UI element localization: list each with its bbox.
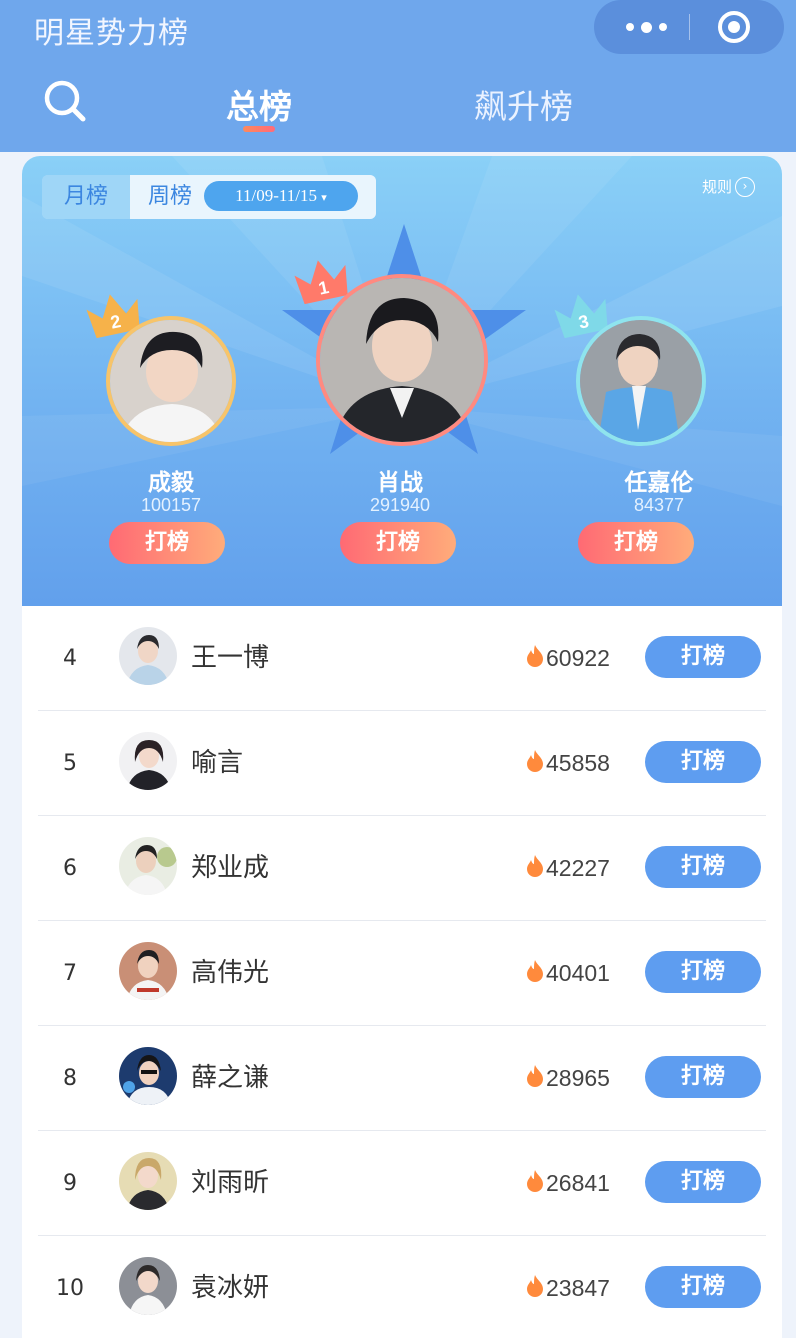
avatar-rank-2[interactable] <box>106 316 236 446</box>
podium-name-rank-1: 肖战 <box>377 470 423 496</box>
tab-weekly-label: 周榜 <box>148 184 193 209</box>
rank-number: 9 <box>63 1171 77 1196</box>
vote-button[interactable]: 打榜 <box>645 846 761 888</box>
heat-score: 28965 <box>546 1065 610 1091</box>
portrait-rank-2 <box>110 320 232 442</box>
avatar[interactable] <box>119 1257 177 1315</box>
avatar[interactable] <box>119 732 177 790</box>
vote-button[interactable]: 打榜 <box>645 636 761 678</box>
podium-score-rank-1: 291940 <box>369 495 431 515</box>
avatar-rank-1[interactable] <box>316 274 488 446</box>
vote-button[interactable]: 打榜 <box>645 741 761 783</box>
header-bar: 明星势力榜 总榜 飙升榜 <box>0 0 796 152</box>
capsule-divider <box>689 14 690 40</box>
portrait-rank-3 <box>580 320 702 442</box>
heat-score: 42227 <box>546 855 610 881</box>
list-item[interactable]: 6 郑业成 42227 打榜 <box>22 816 782 921</box>
rank-number: 6 <box>63 856 77 881</box>
vote-button-rank-2[interactable]: 打榜 <box>109 522 225 564</box>
list-item[interactable]: 8 薛之谦 28965 打榜 <box>22 1026 782 1131</box>
heat-score: 26841 <box>546 1170 610 1196</box>
fire-icon <box>527 1275 543 1297</box>
list-item[interactable]: 10 袁冰妍 23847 打榜 <box>22 1236 782 1338</box>
mini-program-capsule <box>594 0 784 54</box>
fire-icon <box>527 645 543 667</box>
fire-icon <box>527 960 543 982</box>
podium-name-rank-3: 任嘉伦 <box>624 470 694 496</box>
vote-button[interactable]: 打榜 <box>645 1056 761 1098</box>
avatar[interactable] <box>119 627 177 685</box>
close-target-icon[interactable] <box>716 9 752 45</box>
fire-icon <box>527 1170 543 1192</box>
search-icon[interactable] <box>42 78 88 124</box>
tab-monthly[interactable]: 月榜 <box>42 175 130 219</box>
artist-name: 高伟光 <box>191 958 270 988</box>
caret-down-icon: ▾ <box>321 192 327 204</box>
fire-icon <box>527 1065 543 1087</box>
rank-number: 10 <box>56 1276 84 1301</box>
rank-number: 4 <box>63 646 77 671</box>
rules-link[interactable]: 规则 › <box>702 176 756 197</box>
date-range-select[interactable]: 11/09-11/15 ▾ <box>204 181 358 211</box>
chevron-right-icon: › <box>735 176 756 197</box>
portrait-rank-1 <box>320 278 484 442</box>
podium-score-rank-3: 84377 <box>633 495 685 515</box>
podium-card: 月榜 周榜 11/09-11/15 ▾ 规则 › 2 成毅 100157 打榜 <box>22 156 782 606</box>
rank-number: 5 <box>63 751 77 776</box>
more-icon[interactable] <box>616 12 676 42</box>
list-item[interactable]: 4 王一博 60922 打榜 <box>22 606 782 711</box>
podium-score-rank-2: 100157 <box>140 495 202 515</box>
avatar[interactable] <box>119 837 177 895</box>
app-title: 明星势力榜 <box>34 16 189 51</box>
tab-overall[interactable]: 总榜 <box>226 80 292 128</box>
heat-score: 60922 <box>546 645 610 671</box>
vote-button-rank-3[interactable]: 打榜 <box>578 522 694 564</box>
period-switch: 月榜 周榜 11/09-11/15 ▾ <box>42 175 376 219</box>
heat-score: 40401 <box>546 960 610 986</box>
active-tab-indicator <box>243 126 275 132</box>
list-item[interactable]: 9 刘雨昕 26841 打榜 <box>22 1131 782 1236</box>
heat-score: 45858 <box>546 750 610 776</box>
rank-number: 7 <box>63 961 77 986</box>
fire-icon <box>527 855 543 877</box>
vote-button-rank-1[interactable]: 打榜 <box>340 522 456 564</box>
artist-name: 郑业成 <box>191 853 270 883</box>
tab-rising[interactable]: 飙升榜 <box>474 80 573 128</box>
avatar[interactable] <box>119 942 177 1000</box>
ranking-list: 4 王一博 60922 打榜 5 喻言 45858 打榜 6 郑业成 42227… <box>22 606 782 1338</box>
list-item[interactable]: 7 高伟光 40401 打榜 <box>22 921 782 1026</box>
podium-name-rank-2: 成毅 <box>148 470 194 496</box>
heat-score: 23847 <box>546 1275 610 1301</box>
rules-label: 规则 <box>702 178 733 196</box>
list-item[interactable]: 5 喻言 45858 打榜 <box>22 711 782 816</box>
avatar[interactable] <box>119 1047 177 1105</box>
rank-number: 8 <box>63 1066 77 1091</box>
vote-button[interactable]: 打榜 <box>645 1161 761 1203</box>
date-range-text: 11/09-11/15 <box>235 186 318 205</box>
artist-name: 喻言 <box>191 748 244 778</box>
vote-button[interactable]: 打榜 <box>645 951 761 993</box>
artist-name: 王一博 <box>191 643 270 673</box>
fire-icon <box>527 750 543 772</box>
avatar-rank-3[interactable] <box>576 316 706 446</box>
artist-name: 刘雨昕 <box>191 1168 270 1198</box>
artist-name: 袁冰妍 <box>191 1273 270 1303</box>
vote-button[interactable]: 打榜 <box>645 1266 761 1308</box>
avatar[interactable] <box>119 1152 177 1210</box>
artist-name: 薛之谦 <box>191 1063 270 1093</box>
tab-weekly[interactable]: 周榜 11/09-11/15 ▾ <box>130 175 376 219</box>
